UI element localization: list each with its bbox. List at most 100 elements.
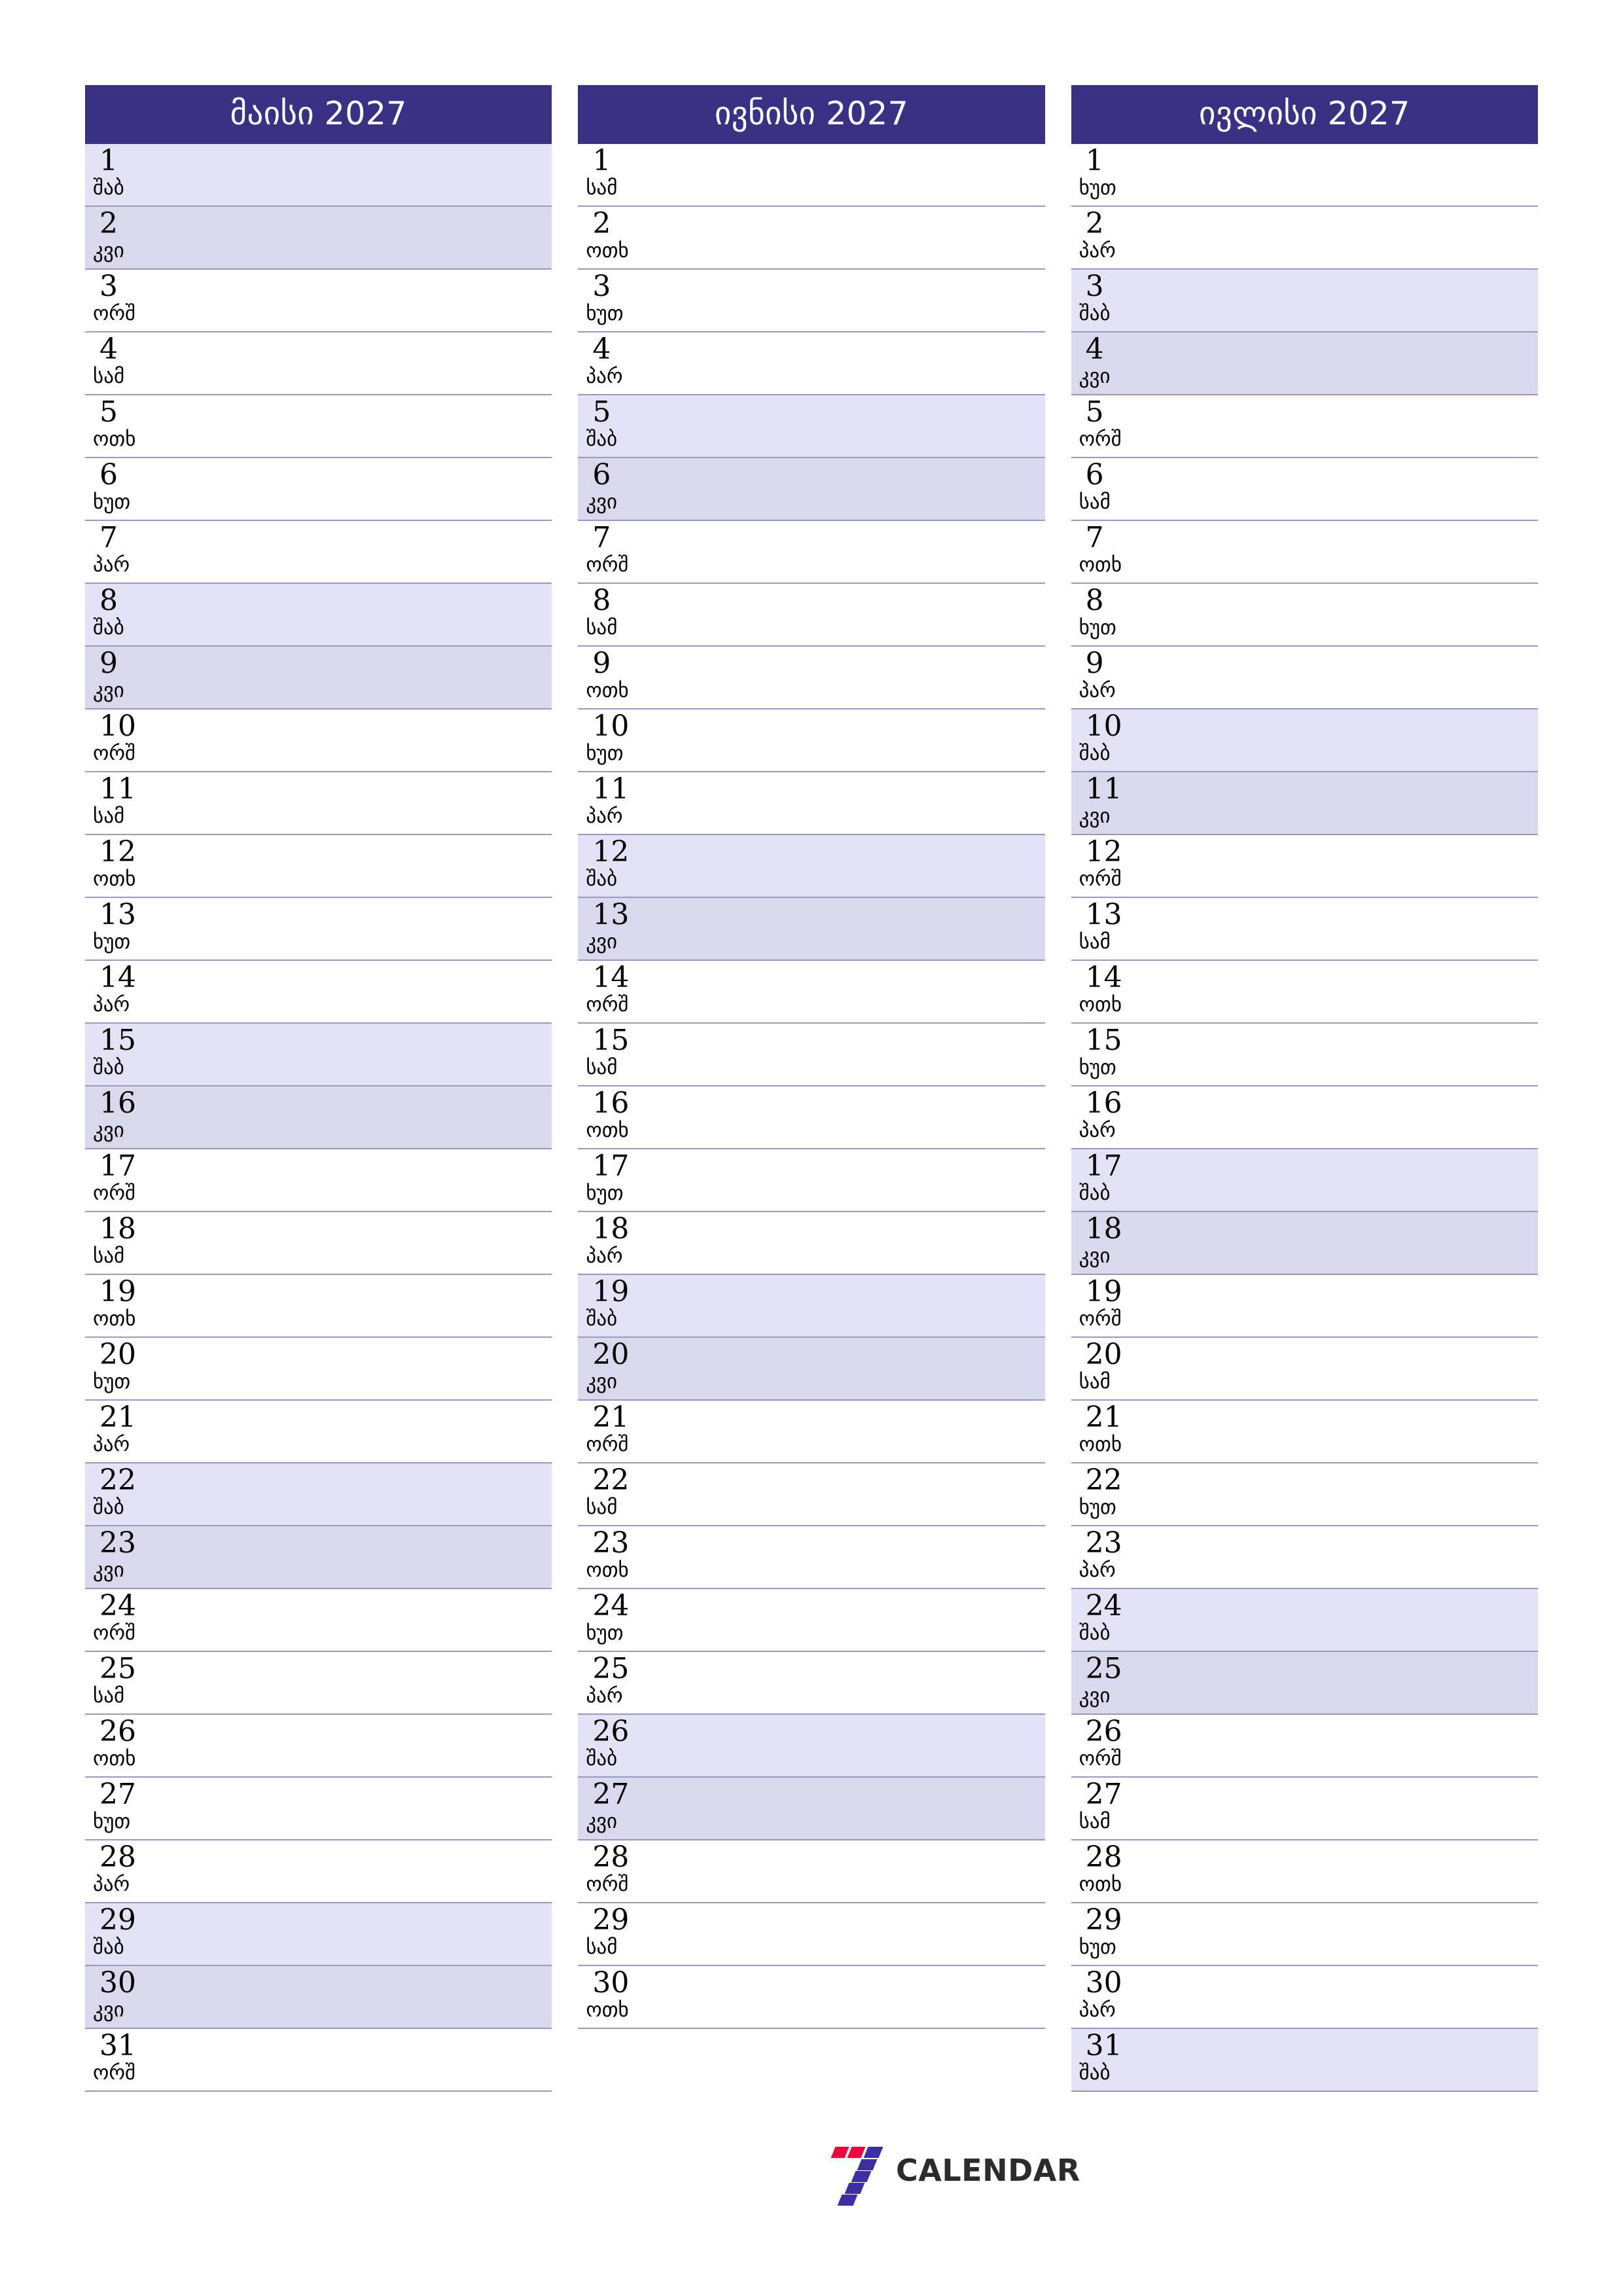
day-row[interactable]: 4 პარ <box>578 332 1045 395</box>
day-row[interactable]: 22 ხუთ <box>1071 1463 1538 1526</box>
day-number: 9 <box>1085 647 1104 680</box>
day-row[interactable]: 16 ოთხ <box>578 1086 1045 1149</box>
day-row[interactable]: 30 კვი <box>85 1966 552 2029</box>
day-row[interactable]: 16 პარ <box>1071 1086 1538 1149</box>
day-number: 2 <box>1085 207 1104 240</box>
day-row[interactable]: 21 ოთხ <box>1071 1401 1538 1463</box>
day-row[interactable]: 15 სამ <box>578 1024 1045 1086</box>
day-row[interactable]: 7 ორშ <box>578 521 1045 584</box>
day-row[interactable]: 4 სამ <box>85 332 552 395</box>
day-row[interactable]: 27 კვი <box>578 1778 1045 1840</box>
day-row[interactable]: 3 ორშ <box>85 270 552 332</box>
day-row[interactable]: 5 ორშ <box>1071 395 1538 458</box>
day-row[interactable]: 16 კვი <box>85 1086 552 1149</box>
day-number: 5 <box>592 395 611 429</box>
day-row[interactable]: 26 შაბ <box>578 1715 1045 1778</box>
day-row[interactable]: 11 სამ <box>85 772 552 835</box>
day-row[interactable]: 14 ორშ <box>578 961 1045 1024</box>
day-row[interactable]: 18 სამ <box>85 1212 552 1275</box>
day-row[interactable]: 5 ოთხ <box>85 395 552 458</box>
day-row[interactable]: 1 შაბ <box>85 144 552 207</box>
day-row[interactable]: 8 შაბ <box>85 584 552 647</box>
day-row[interactable]: 21 პარ <box>85 1401 552 1463</box>
day-row[interactable]: 17 ორშ <box>85 1149 552 1212</box>
day-row[interactable]: 6 კვი <box>578 458 1045 521</box>
day-row[interactable]: 20 სამ <box>1071 1338 1538 1401</box>
day-row[interactable]: 8 სამ <box>578 584 1045 647</box>
day-row[interactable]: 19 შაბ <box>578 1275 1045 1338</box>
day-row[interactable]: 6 ხუთ <box>85 458 552 521</box>
day-row[interactable]: 11 კვი <box>1071 772 1538 835</box>
day-row[interactable]: 28 ოთხ <box>1071 1840 1538 1903</box>
day-row[interactable]: 18 კვი <box>1071 1212 1538 1275</box>
day-row[interactable]: 9 პარ <box>1071 647 1538 709</box>
day-row[interactable]: 23 პარ <box>1071 1526 1538 1589</box>
day-row[interactable]: 9 კვი <box>85 647 552 709</box>
day-row[interactable]: 29 შაბ <box>85 1903 552 1966</box>
day-row[interactable]: 28 ორშ <box>578 1840 1045 1903</box>
day-row[interactable]: 27 სამ <box>1071 1778 1538 1840</box>
day-row[interactable]: 1 ხუთ <box>1071 144 1538 207</box>
day-row[interactable]: 28 პარ <box>85 1840 552 1903</box>
day-row[interactable]: 2 ოთხ <box>578 207 1045 270</box>
day-row[interactable]: 9 ოთხ <box>578 647 1045 709</box>
day-row[interactable]: 17 შაბ <box>1071 1149 1538 1212</box>
day-row[interactable]: 31 შაბ <box>1071 2029 1538 2092</box>
day-row[interactable]: 31 ორშ <box>85 2029 552 2092</box>
day-row[interactable]: 10 ხუთ <box>578 709 1045 772</box>
day-row[interactable]: 10 შაბ <box>1071 709 1538 772</box>
day-row[interactable]: 25 კვი <box>1071 1652 1538 1715</box>
day-row[interactable]: 13 კვი <box>578 898 1045 961</box>
day-row[interactable]: 27 ხუთ <box>85 1778 552 1840</box>
day-row[interactable]: 24 შაბ <box>1071 1589 1538 1652</box>
day-row[interactable]: 26 ოთხ <box>85 1715 552 1778</box>
day-row[interactable]: 25 სამ <box>85 1652 552 1715</box>
day-row[interactable]: 3 შაბ <box>1071 270 1538 332</box>
day-row[interactable]: 29 სამ <box>578 1903 1045 1966</box>
day-row[interactable]: 8 ხუთ <box>1071 584 1538 647</box>
day-weekday: სამ <box>1079 930 1111 954</box>
day-row[interactable]: 24 ხუთ <box>578 1589 1045 1652</box>
day-row[interactable]: 15 შაბ <box>85 1024 552 1086</box>
day-number: 20 <box>1085 1338 1122 1371</box>
day-row[interactable]: 25 პარ <box>578 1652 1045 1715</box>
day-row[interactable]: 14 ოთხ <box>1071 961 1538 1024</box>
day-row[interactable]: 19 ოთხ <box>85 1275 552 1338</box>
day-row[interactable]: 17 ხუთ <box>578 1149 1045 1212</box>
day-row[interactable]: 2 პარ <box>1071 207 1538 270</box>
day-row[interactable]: 14 პარ <box>85 961 552 1024</box>
day-row[interactable]: 15 ხუთ <box>1071 1024 1538 1086</box>
day-row[interactable]: 5 შაბ <box>578 395 1045 458</box>
day-row[interactable]: 13 ხუთ <box>85 898 552 961</box>
day-row[interactable]: 24 ორშ <box>85 1589 552 1652</box>
day-row[interactable]: 12 ოთხ <box>85 835 552 898</box>
day-row[interactable]: 30 პარ <box>1071 1966 1538 2029</box>
day-row[interactable]: 26 ორშ <box>1071 1715 1538 1778</box>
day-row[interactable]: 22 სამ <box>578 1463 1045 1526</box>
day-row[interactable]: 11 პარ <box>578 772 1045 835</box>
day-row[interactable]: 18 პარ <box>578 1212 1045 1275</box>
day-row[interactable]: 3 ხუთ <box>578 270 1045 332</box>
day-row[interactable]: 12 ორშ <box>1071 835 1538 898</box>
day-row[interactable]: 10 ორშ <box>85 709 552 772</box>
day-row[interactable]: 30 ოთხ <box>578 1966 1045 2029</box>
day-row[interactable]: 23 კვი <box>85 1526 552 1589</box>
day-weekday: სამ <box>93 1244 125 1268</box>
day-row[interactable]: 7 ოთხ <box>1071 521 1538 584</box>
day-row[interactable]: 19 ორშ <box>1071 1275 1538 1338</box>
day-row[interactable]: 20 კვი <box>578 1338 1045 1401</box>
day-row[interactable]: 20 ხუთ <box>85 1338 552 1401</box>
day-row[interactable]: 2 კვი <box>85 207 552 270</box>
day-row[interactable]: 23 ოთხ <box>578 1526 1045 1589</box>
day-weekday: შაბ <box>1079 742 1111 765</box>
day-row[interactable]: 22 შაბ <box>85 1463 552 1526</box>
day-row[interactable]: 4 კვი <box>1071 332 1538 395</box>
day-row[interactable]: 6 სამ <box>1071 458 1538 521</box>
day-row[interactable]: 12 შაბ <box>578 835 1045 898</box>
day-row[interactable]: 13 სამ <box>1071 898 1538 961</box>
day-number: 14 <box>592 961 630 994</box>
day-row[interactable]: 1 სამ <box>578 144 1045 207</box>
day-row[interactable]: 7 პარ <box>85 521 552 584</box>
day-row[interactable]: 21 ორშ <box>578 1401 1045 1463</box>
day-row[interactable]: 29 ხუთ <box>1071 1903 1538 1966</box>
